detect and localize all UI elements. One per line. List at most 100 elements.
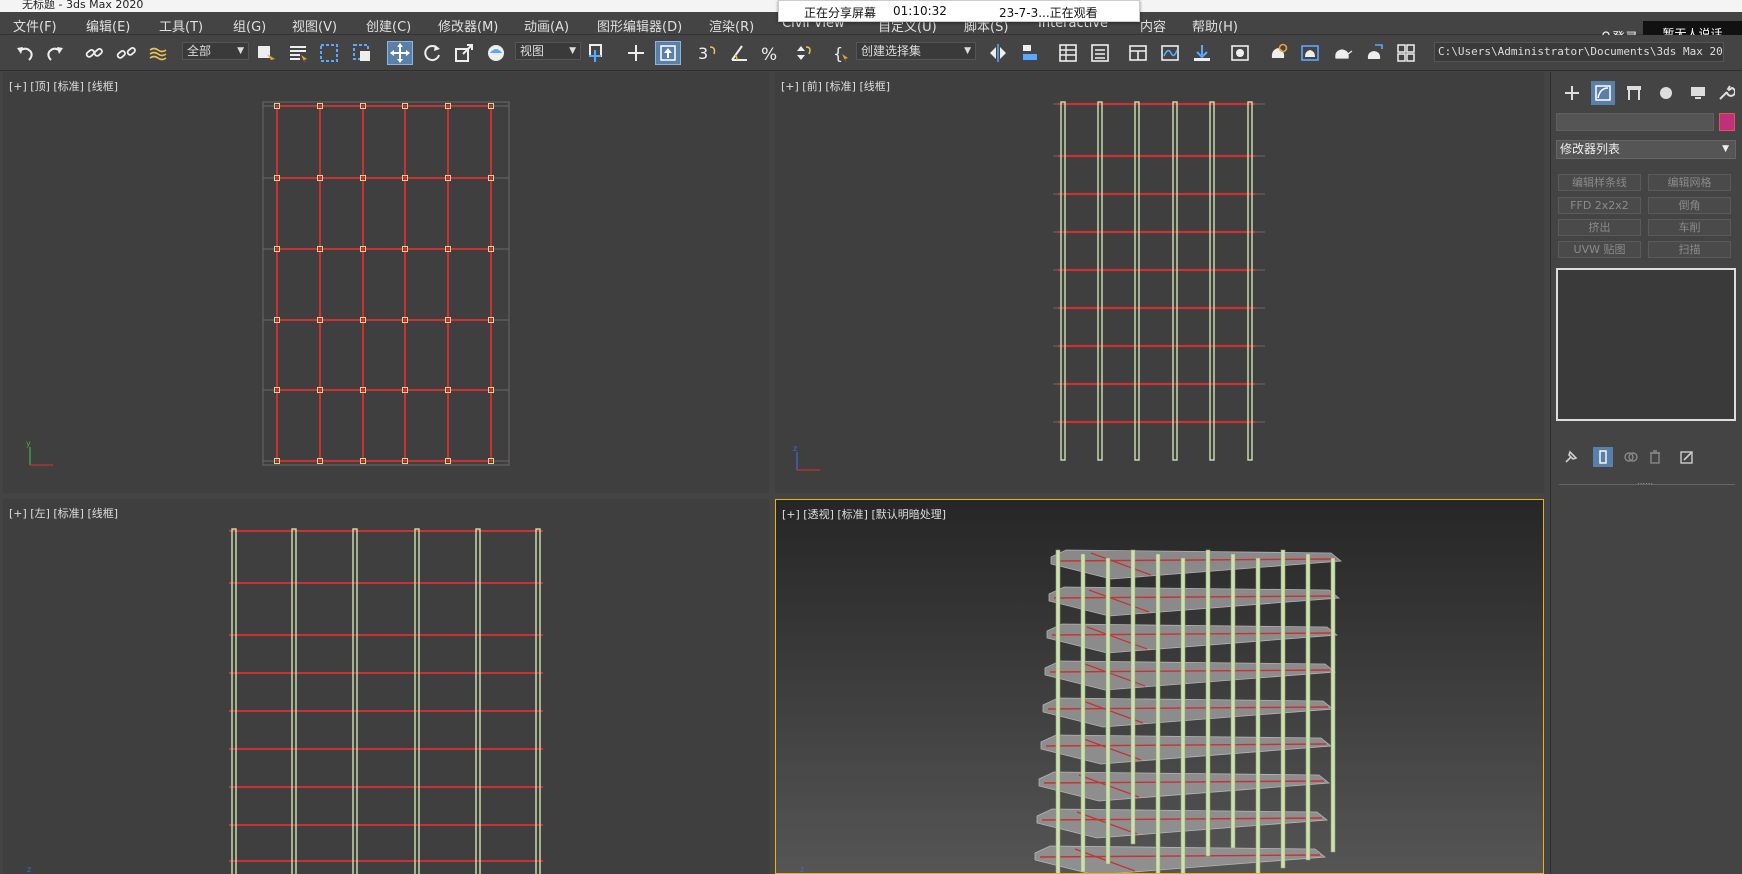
- material-editor-button[interactable]: [1227, 41, 1253, 65]
- menu-modifiers[interactable]: 修改器(M): [438, 16, 498, 35]
- object-name-field[interactable]: [1556, 113, 1714, 131]
- rollout-handle[interactable]: ⋯⋯: [1637, 479, 1653, 488]
- placement-button[interactable]: [483, 41, 509, 65]
- select-and-scale-button[interactable]: [451, 41, 477, 65]
- viewport-left[interactable]: z [+] [左] [标准] [线框]: [3, 499, 769, 874]
- ffd-button[interactable]: FFD 2x2x2: [1558, 197, 1641, 214]
- uvw-map-button[interactable]: UVW 贴图: [1558, 241, 1641, 258]
- keyboard-shortcut-override-button[interactable]: [655, 41, 681, 65]
- select-object-button[interactable]: [253, 41, 279, 65]
- select-and-move-button[interactable]: [387, 41, 413, 65]
- axis-gizmo: z: [793, 444, 820, 471]
- building-model: [1034, 549, 1343, 873]
- menu-create[interactable]: 创建(C): [366, 16, 411, 35]
- menu-views[interactable]: 视图(V): [292, 16, 337, 35]
- edit-mesh-button[interactable]: 编辑网格: [1648, 174, 1731, 191]
- menu-file[interactable]: 文件(F): [13, 16, 57, 35]
- manipulate-icon: [628, 45, 644, 61]
- align-icon: [1023, 45, 1037, 60]
- curve-editor-button[interactable]: [1157, 41, 1183, 65]
- render-production-button[interactable]: [1329, 41, 1355, 65]
- menu-tools[interactable]: 工具(T): [159, 16, 203, 35]
- select-and-link-button[interactable]: [81, 41, 107, 65]
- snaps-toggle-button[interactable]: 3: [694, 41, 720, 65]
- chevron-down-icon: ▼: [964, 46, 971, 56]
- redo-button[interactable]: [42, 41, 68, 65]
- scale-icon: [455, 44, 473, 62]
- tab-motion[interactable]: [1654, 81, 1678, 105]
- reference-coord-dropdown[interactable]: 视图 ▼: [515, 42, 581, 60]
- viewport-perspective[interactable]: z [+] [透视] [标准] [默认明暗处理]: [775, 499, 1544, 874]
- viewport-top-label[interactable]: [+] [顶] [标准] [线框]: [9, 78, 118, 94]
- a360-gallery-button[interactable]: [1393, 41, 1419, 65]
- mirror-button[interactable]: [985, 41, 1011, 65]
- edit-spline-button[interactable]: 编辑样条线: [1558, 174, 1641, 191]
- named-selection-dropdown[interactable]: 创建选择集 ▼: [856, 42, 976, 60]
- rectangular-selection-button[interactable]: [316, 41, 342, 65]
- viewport-front-label[interactable]: [+] [前] [标准] [线框]: [781, 78, 890, 94]
- tab-utilities[interactable]: [1714, 81, 1738, 105]
- menu-rendering[interactable]: 渲染(R): [709, 16, 754, 35]
- link-icon: [85, 48, 103, 58]
- modifier-list-dropdown[interactable]: 修改器列表 ▼: [1556, 140, 1736, 159]
- column: [1080, 553, 1086, 873]
- tab-hierarchy[interactable]: [1622, 81, 1646, 105]
- front-view-scene: z: [793, 101, 1265, 471]
- viewport-top[interactable]: y [+] [顶] [标准] [线框]: [3, 72, 769, 493]
- pivot-center-button[interactable]: [585, 41, 611, 65]
- menu-edit[interactable]: 编辑(E): [86, 16, 130, 35]
- scene-explorer-button[interactable]: [1055, 41, 1081, 65]
- menu-help[interactable]: 帮助(H): [1192, 16, 1238, 35]
- wrench-icon: [1719, 85, 1735, 100]
- schematic-view-button[interactable]: [1189, 41, 1215, 65]
- column: [1055, 549, 1061, 873]
- tab-display[interactable]: [1686, 81, 1710, 105]
- align-button[interactable]: [1017, 41, 1043, 65]
- selection-filter-dropdown[interactable]: 全部 ▼: [182, 42, 249, 60]
- window-crossing-button[interactable]: [349, 41, 375, 65]
- ribbon-toggle-button[interactable]: [1125, 41, 1151, 65]
- menu-animation[interactable]: 动画(A): [524, 16, 569, 35]
- unique-icon: [1624, 452, 1638, 462]
- menu-graph-editors[interactable]: 图形编辑器(D): [597, 16, 682, 35]
- extrude-button[interactable]: 挤出: [1558, 219, 1641, 236]
- configure-modifier-sets-button[interactable]: [1677, 447, 1697, 467]
- modifier-stack[interactable]: [1556, 268, 1736, 421]
- render-cloud-button[interactable]: [1361, 41, 1387, 65]
- bevel-button[interactable]: 倒角: [1648, 197, 1731, 214]
- select-by-name-button[interactable]: [285, 41, 311, 65]
- unlink-button[interactable]: [113, 41, 139, 65]
- pin-stack-button[interactable]: [1561, 447, 1581, 467]
- menu-content[interactable]: 内容: [1140, 16, 1166, 35]
- show-end-result-button[interactable]: [1593, 447, 1613, 467]
- axis-gizmo: z: [27, 865, 31, 874]
- lathe-button[interactable]: 车削: [1648, 219, 1731, 236]
- svg-text:%: %: [761, 45, 777, 64]
- rendered-frame-window-button[interactable]: [1297, 41, 1323, 65]
- menu-group[interactable]: 组(G): [233, 16, 266, 35]
- remove-modifier-button[interactable]: [1645, 447, 1665, 467]
- viewport-front[interactable]: z [+] [前] [标准] [线框]: [775, 72, 1544, 493]
- viewport-left-label[interactable]: [+] [左] [标准] [线框]: [9, 505, 118, 521]
- object-color-swatch[interactable]: [1719, 113, 1735, 131]
- tab-modify[interactable]: [1591, 81, 1615, 105]
- make-unique-button[interactable]: [1621, 447, 1641, 467]
- select-and-rotate-button[interactable]: [419, 41, 445, 65]
- percent-snap-button[interactable]: %: [757, 41, 783, 65]
- viewport-perspective-label[interactable]: [+] [透视] [标准] [默认明暗处理]: [782, 506, 946, 522]
- front-grid: [1053, 101, 1265, 461]
- bind-space-warp-button[interactable]: [145, 41, 171, 65]
- sweep-button[interactable]: 扫描: [1648, 241, 1731, 258]
- project-path-field[interactable]: C:\Users\Administrator\Documents\3ds Max…: [1434, 42, 1724, 62]
- column: [1230, 553, 1236, 849]
- angle-snap-button[interactable]: [726, 41, 752, 65]
- axis-gizmo: z: [800, 865, 804, 873]
- render-setup-button[interactable]: [1265, 41, 1291, 65]
- spinner-snap-button[interactable]: [789, 41, 815, 65]
- layer-explorer-button[interactable]: [1087, 41, 1113, 65]
- undo-button[interactable]: [12, 41, 38, 65]
- column: [1205, 549, 1211, 857]
- tab-create[interactable]: [1560, 81, 1584, 105]
- edit-named-selection-button[interactable]: {: [828, 41, 854, 65]
- select-manipulate-button[interactable]: [623, 41, 649, 65]
